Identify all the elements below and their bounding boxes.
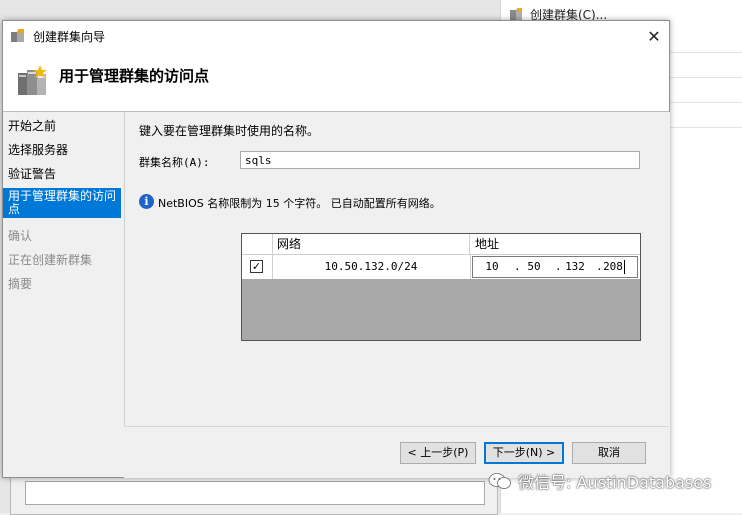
wechat-icon	[488, 473, 511, 489]
close-button[interactable]: ✕	[639, 21, 669, 51]
text-caret	[624, 260, 625, 274]
page-title: 用于管理群集的访问点	[59, 67, 210, 85]
close-icon: ✕	[647, 26, 661, 46]
wizard-icon	[11, 29, 24, 42]
network-grid: 网络 地址 ✓ 10.50.132.0/24 10 . 50 . 132 . 2…	[241, 233, 641, 341]
watermark-text: 微信号: AustinDatabases	[518, 473, 712, 492]
step-creating-cluster: 正在创建新群集	[8, 253, 93, 267]
step-confirmation: 确认	[8, 229, 33, 243]
wizard-header: 用于管理群集的访问点	[3, 51, 669, 112]
next-button[interactable]: 下一步(N) >	[484, 442, 564, 464]
ip-octet[interactable]: 132	[560, 257, 590, 277]
step-summary: 摘要	[8, 277, 33, 291]
ip-address-input[interactable]: 10 . 50 . 132 . 208	[472, 256, 638, 278]
previous-button[interactable]: < 上一步(P)	[400, 442, 476, 464]
dialog-title: 创建群集向导	[33, 30, 106, 44]
watermark: 微信号: AustinDatabases	[488, 469, 711, 493]
cluster-name-label: 群集名称(A):	[139, 156, 210, 169]
checkbox-column-header	[242, 234, 273, 254]
step-select-servers[interactable]: 选择服务器	[8, 144, 120, 157]
step-validation-warning[interactable]: 验证警告	[8, 168, 120, 181]
address-column-header: 地址	[475, 237, 500, 251]
instruction-text: 键入要在管理群集时使用的名称。	[139, 124, 320, 138]
network-column-header: 网络	[272, 234, 470, 254]
grid-header: 网络 地址	[242, 234, 640, 255]
cancel-button[interactable]: 取消	[572, 442, 646, 464]
step-access-point[interactable]: 用于管理群集的访问点	[3, 188, 121, 218]
background-field	[25, 481, 485, 505]
ip-octet[interactable]: 10	[477, 257, 507, 277]
step-before-you-begin[interactable]: 开始之前	[8, 120, 120, 133]
create-cluster-wizard: 创建群集向导 ✕ 用于管理群集的访问点 开始之前 选择服务器 验证警告 用于管理…	[2, 20, 670, 478]
row-check-cell: ✓	[242, 255, 273, 279]
cluster-name-input[interactable]: sqls	[240, 151, 640, 169]
wizard-content: 键入要在管理群集时使用的名称。 群集名称(A): sqls i NetBIOS …	[124, 112, 670, 477]
network-checkbox[interactable]: ✓	[250, 260, 263, 273]
table-row: ✓ 10.50.132.0/24 10 . 50 . 132 . 208	[242, 255, 640, 279]
info-icon: i	[139, 194, 154, 209]
ip-octet[interactable]: 50	[519, 257, 549, 277]
wizard-steps: 开始之前 选择服务器 验证警告 用于管理群集的访问点 确认 正在创建新群集 摘要	[3, 112, 122, 477]
cluster-servers-icon	[18, 65, 47, 95]
title-bar[interactable]: 创建群集向导 ✕	[3, 21, 669, 51]
network-cell: 10.50.132.0/24	[272, 255, 471, 279]
info-message: NetBIOS 名称限制为 15 个字符。 已自动配置所有网络。	[158, 197, 441, 210]
